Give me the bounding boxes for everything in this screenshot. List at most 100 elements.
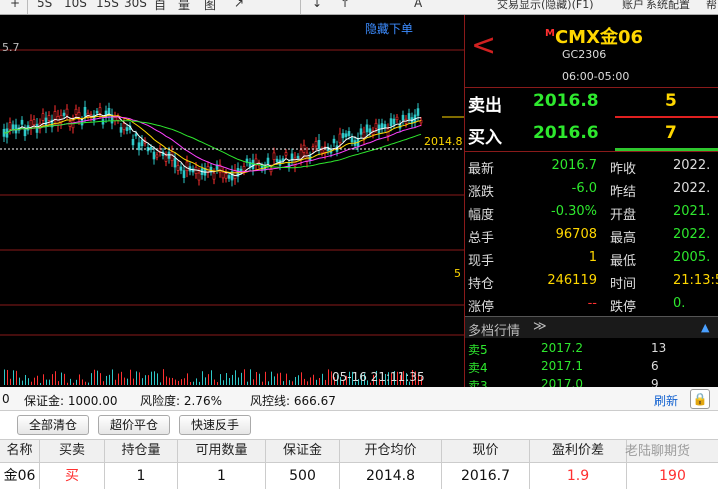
candle-body [272,152,276,160]
hide-order-button[interactable]: 隐藏下单 [365,20,413,37]
volume-bar [22,380,23,385]
volume-bar [82,379,83,385]
toolbar-item-add[interactable]: + [10,0,20,10]
volume-bar [49,379,50,385]
col-open-avg[interactable]: 开仓均价 [340,440,442,462]
volume-bar [166,376,167,385]
refresh-link[interactable]: 刷新 [654,392,678,409]
volume-bar [58,381,59,385]
volume-bar [223,380,224,385]
price-chart-panel[interactable]: 隐藏下单 5.7 2014.8 5 05-16 21:11:35 [0,15,464,387]
prev-symbol-arrow-icon[interactable]: < [471,31,496,61]
volume-bar [178,380,179,385]
volume-bar [316,379,317,385]
volume-bar [121,371,122,385]
col-available[interactable]: 可用数量 [178,440,266,462]
account-menu[interactable]: 账户 [622,0,644,12]
lock-icon[interactable]: 🔒 [690,389,710,409]
volume-bar [208,374,209,385]
orderbook-divider [465,151,718,152]
col-margin[interactable]: 保证金 [266,440,340,462]
col-side[interactable]: 买卖 [40,440,105,462]
volume-bar [70,378,71,385]
volume-bar [238,377,239,385]
symbol-prefix: M [545,28,555,39]
volume-bar [217,382,218,385]
candlestick-chart[interactable] [0,15,464,387]
trade-toggle-menu[interactable]: 交易显示(隐藏)(F1) [497,0,594,12]
volume-bar [154,371,155,385]
toolbar-item-text[interactable]: A [414,0,422,10]
candle-body [233,169,237,179]
toolbar-item-down[interactable]: ↓ [312,0,322,10]
bid-price[interactable]: 2016.6 [533,123,599,143]
candle-body [332,138,336,144]
depth-price: 2017.0 [541,377,583,387]
volume-bar [319,378,320,385]
volume-bar [250,369,251,385]
candle-body [197,172,201,181]
toolbar-item-up[interactable]: ↑ [340,0,350,10]
depth-title: 多档行情 [468,324,521,339]
toolbar-item-draw[interactable]: ↗ [234,0,244,10]
ask-price[interactable]: 2016.8 [533,91,599,111]
quote-label: 持仓 [468,277,495,292]
volume-bar [28,378,29,385]
col-position[interactable]: 持仓量 [105,440,178,462]
cell-open-avg: 2014.8 [340,463,442,489]
close-all-button[interactable]: 全部清仓 [17,415,89,435]
quote-label: 涨跌 [468,185,495,200]
candle-body [149,147,153,150]
quote-row: 涨停 -- 跌停 0. [465,293,718,316]
bid-label: 买入 [468,128,502,148]
toolbar-item-10s[interactable]: 10S [64,0,87,10]
candle-body [83,106,87,117]
quote-value: 2016.7 [551,158,598,173]
candle-body [23,129,27,137]
col-name[interactable]: 名称 [0,440,40,462]
toolbar-item-chart[interactable]: 图 [204,0,216,13]
depth-row[interactable]: 卖3 2017.0 9 [465,376,718,387]
candle-body [374,122,378,129]
quick-reverse-button[interactable]: 快速反手 [179,415,251,435]
expand-icon[interactable]: ≫ [533,319,547,334]
over-price-close-button[interactable]: 超价平仓 [98,415,170,435]
toolbar-item-custom[interactable]: 自 [154,0,166,13]
toolbar-separator [300,0,301,14]
volume-bar [259,373,260,385]
depth-header[interactable]: 多档行情 ≫ ▲ [465,316,718,339]
col-current-price[interactable]: 现价 [442,440,530,462]
quote-label: 最高 [610,231,637,246]
toolbar-item-5s[interactable]: 5S [37,0,52,10]
quote-row: 总手 96708 最高 2022. [465,224,718,247]
depth-label: 卖4 [468,361,488,375]
toolbar-item-30s[interactable]: 30S [124,0,147,10]
volume-bar [16,370,17,385]
candle-body [395,116,399,120]
candle-body [32,119,36,125]
help-menu[interactable]: 帮 [706,0,717,12]
quote-value: 2022. [673,158,711,173]
volume-bar [280,372,281,385]
col-profit-diff[interactable]: 盈利价差 [530,440,627,462]
volume-bar [313,374,314,385]
volume-bar [97,370,98,385]
candle-body [155,154,159,158]
volume-bar [124,377,125,385]
depth-row[interactable]: 卖5 2017.2 13 [465,340,718,358]
toolbar-item-15s[interactable]: 15S [96,0,119,10]
volume-bar [244,369,245,385]
collapse-up-icon[interactable]: ▲ [701,321,709,334]
quote-value: 1 [588,250,597,265]
position-row[interactable]: 金06 买 1 1 500 2014.8 2016.7 1.9 190 [0,463,718,489]
volume-bar [31,381,32,385]
volume-bar [271,371,272,385]
volume-bar [304,378,305,385]
quote-label: 总手 [468,231,495,246]
volume-bar [133,378,134,385]
system-config-menu[interactable]: 系统配置 [646,0,690,12]
risk-line-value: 风控线: 666.67 [250,394,336,408]
toolbar-item-volume[interactable]: 量 [178,0,190,13]
volume-bar [157,373,158,385]
depth-row[interactable]: 卖4 2017.1 6 [465,358,718,376]
